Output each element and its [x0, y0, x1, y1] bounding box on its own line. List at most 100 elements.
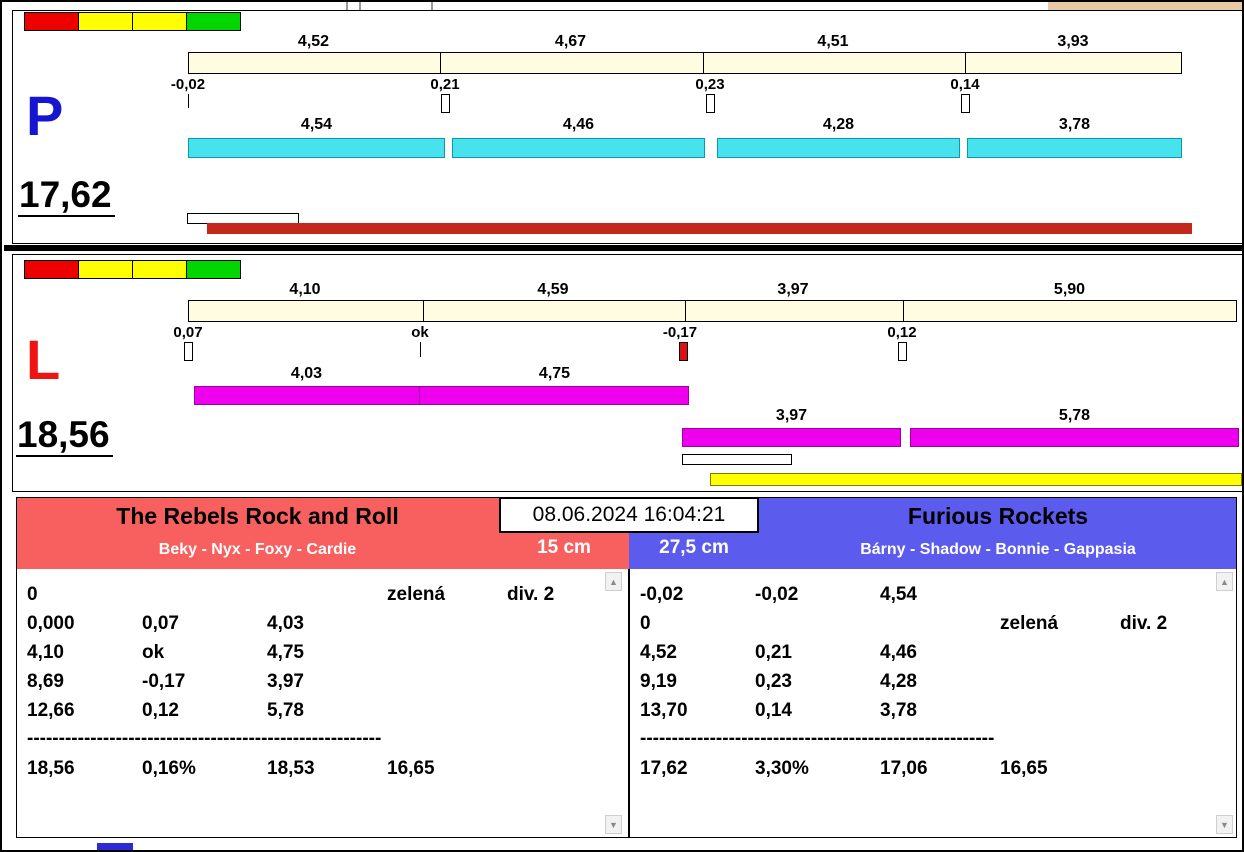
team-left-dogs: Beky - Nyx - Foxy - Cardie [158, 541, 357, 558]
result-cell: 4,28 [880, 671, 917, 692]
lane-l-delta-label: ok [411, 324, 429, 341]
lane-p-bottom-split-label: 4,54 [300, 116, 333, 133]
lane-p-delta-label: -0,02 [170, 76, 206, 93]
result-cell: 0,000 [27, 613, 75, 634]
total-time: 18,56 [27, 758, 75, 779]
window-edge-artifact [346, 2, 348, 10]
result-cell: 8,69 [27, 671, 64, 692]
lane-p-top-split-label: 4,51 [817, 33, 849, 50]
result-cell: 12,66 [27, 700, 75, 721]
segment-divider [965, 53, 966, 73]
status-light-red [24, 260, 79, 279]
total-net: 18,53 [267, 758, 315, 779]
result-cell: zelená [387, 584, 446, 605]
total-record: 16,65 [1000, 758, 1048, 779]
result-cell: 0 [640, 613, 651, 634]
lane-p-split-bar [717, 138, 960, 158]
result-cell: 0,14 [755, 700, 792, 721]
total-net: 17,06 [880, 758, 928, 779]
lane-p-bottom-split-label: 4,28 [822, 116, 855, 133]
total-record: 16,65 [387, 758, 435, 779]
total-percent: 3,30% [755, 758, 809, 779]
result-cell: 4,52 [640, 642, 677, 663]
result-cell: 0,12 [142, 700, 179, 721]
result-cell: 9,19 [640, 671, 677, 692]
lane-p-total-time: 17,62 [18, 176, 115, 217]
segment-divider [423, 301, 424, 321]
window-edge-artifact [359, 2, 361, 10]
separator-dashes: ----------------------------------------… [640, 728, 995, 749]
lane-p-top-split-label: 4,52 [297, 33, 330, 50]
status-light-red [24, 12, 79, 31]
team-left-name: The Rebels Rock and Roll [116, 503, 399, 529]
lane-p-top-split-label: 4,67 [554, 33, 587, 50]
status-light-yellow [132, 260, 187, 279]
result-totals-line: 18,56 0,16% 18,53 16,65 [18, 758, 624, 784]
total-time: 17,62 [640, 758, 688, 779]
result-line: 4,52 0,21 4,46 [631, 642, 1235, 668]
result-line: 4,10 ok 4,75 [18, 642, 624, 668]
lane-p-top-split-label: 3,93 [1057, 33, 1089, 50]
result-separator: ----------------------------------------… [631, 728, 1235, 754]
lane-p-status-lights [24, 12, 241, 31]
lane-divider [4, 245, 1242, 251]
lane-l-status-lights [24, 260, 241, 279]
result-cell: ok [142, 642, 165, 663]
lane-l-delta-label: 0,12 [887, 324, 917, 341]
scroll-down-button[interactable]: ▼ [605, 815, 622, 834]
lane-l-split-label: 5,78 [1058, 407, 1091, 424]
result-cell: -0,17 [142, 671, 186, 692]
result-line: -0,02 -0,02 4,54 [631, 584, 1235, 610]
lane-l-segment-bar [188, 300, 1237, 322]
lane-l-split-bar [194, 386, 420, 405]
result-line: 0,000 0,07 4,03 [18, 613, 624, 639]
result-line: 0 zelená div. 2 [18, 584, 624, 610]
lane-l-split-label: 3,97 [775, 407, 808, 424]
status-light-yellow [78, 12, 133, 31]
result-cell: 0,23 [755, 671, 792, 692]
result-separator: ----------------------------------------… [18, 728, 624, 754]
ok-tick [420, 342, 421, 357]
result-cell: 5,78 [267, 700, 304, 721]
lane-l-split-bar [682, 428, 901, 447]
lane-l-top-split-label: 5,90 [1053, 281, 1086, 298]
scroll-up-button[interactable]: ▲ [1216, 572, 1233, 591]
lane-p-bottom-split-label: 3,78 [1058, 116, 1091, 133]
change-marker [441, 94, 450, 113]
result-cell: 4,75 [267, 642, 304, 663]
lane-p-segment-bar [188, 52, 1182, 74]
lane-p-split-bar [967, 138, 1182, 158]
team-right-results-area[interactable]: -0,02 -0,02 4,54 0 zelená div. 2 4,52 0,… [631, 570, 1235, 836]
result-cell: 4,03 [267, 613, 304, 634]
result-cell: 0 [27, 584, 38, 605]
lane-l-split-bar [419, 386, 689, 405]
result-cell: 0,07 [142, 613, 179, 634]
change-marker [706, 94, 715, 113]
lane-p-letter: P [26, 84, 64, 147]
result-totals-line: 17,62 3,30% 17,06 16,65 [631, 758, 1235, 784]
result-cell: zelená [1000, 613, 1059, 634]
result-cell: 3,78 [880, 700, 917, 721]
lane-p-progress-bar [207, 223, 1192, 234]
lane-l-split-bar [910, 428, 1239, 447]
result-cell: 0,21 [755, 642, 792, 663]
lane-p-delta-label: 0,23 [695, 76, 725, 93]
status-light-yellow [78, 260, 133, 279]
result-cell: -0,02 [755, 584, 799, 605]
scroll-down-button[interactable]: ▼ [1216, 815, 1233, 834]
status-light-green [186, 260, 241, 279]
lane-p-delta-label: 0,14 [950, 76, 980, 93]
segment-divider [685, 301, 686, 321]
lane-l-letter: L [26, 328, 61, 391]
team-left-results-area[interactable]: 0 zelená div. 2 0,000 0,07 4,03 4,10 ok … [18, 570, 624, 836]
scroll-up-button[interactable]: ▲ [605, 572, 622, 591]
lane-l-split-label: 4,75 [538, 365, 571, 382]
team-left-jump-height: 15 cm [537, 537, 591, 558]
result-line: 12,66 0,12 5,78 [18, 700, 624, 726]
change-marker [184, 342, 193, 361]
result-cell: 3,97 [267, 671, 304, 692]
lane-l-split-label: 4,03 [290, 365, 323, 382]
segment-divider [903, 301, 904, 321]
result-cell: 13,70 [640, 700, 688, 721]
result-line: 13,70 0,14 3,78 [631, 700, 1235, 726]
